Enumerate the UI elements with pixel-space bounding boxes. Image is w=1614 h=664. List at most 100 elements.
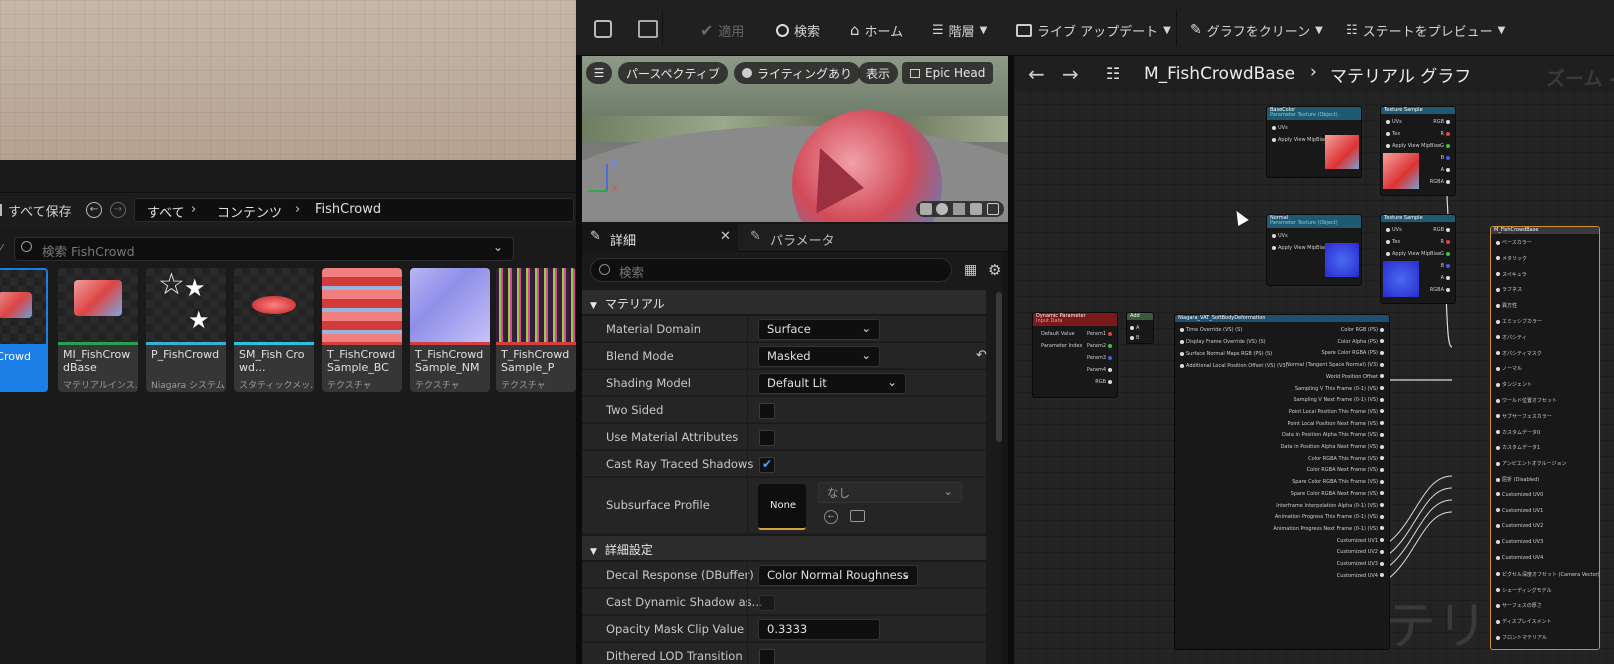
chevron-down-icon[interactable]: ⌄ [493,240,503,254]
decal-response-select[interactable]: Color Normal Roughness ⌄ [758,565,918,586]
use-selected-icon[interactable]: ← [824,510,838,524]
subsurface-profile-thumbnail[interactable]: None [758,484,806,530]
pin-a[interactable]: A [1441,275,1452,281]
node-pin[interactable]: Customized UV3 [1494,539,1543,545]
pin-r[interactable]: R [1441,239,1452,245]
pin-g[interactable]: G [1440,143,1452,149]
pin-uvs[interactable]: UVs [1270,125,1288,131]
details-search-input[interactable]: 検索 [590,258,952,282]
node-pin[interactable]: オパシティ [1494,334,1527,341]
browse-icon[interactable] [850,510,865,522]
node-pin[interactable]: サブサーフェスカラー [1494,413,1552,420]
lighting-button[interactable]: ライティングあり [734,62,861,84]
pin-uvs[interactable]: UVs [1270,233,1288,239]
history-back-icon[interactable]: ← [86,202,102,218]
pin-param2[interactable]: Param2 [1087,343,1114,349]
subsurface-profile-select[interactable]: なし ⌄ [818,482,962,503]
asset-tile[interactable]: MI_FishCrowdBase マテリアルインス... [58,268,138,392]
node-pin[interactable]: Data in Position Alpha This Frame (VS) [1282,432,1386,438]
pin-tex[interactable]: Tex [1384,239,1400,245]
perspective-button[interactable]: パースペクティブ [618,62,728,84]
breadcrumb-item-content[interactable]: コンテンツ [217,202,282,221]
node-add[interactable]: Add A B [1126,312,1154,344]
node-pin[interactable]: サーフェスの厚さ [1494,602,1542,609]
node-pin[interactable]: ラフネス [1494,286,1522,293]
node-pin[interactable]: Surface Normal Maps RGB (PS) (S) [1178,351,1272,357]
cast-ray-traced-shadows-checkbox[interactable]: ✔ [759,457,775,473]
node-texture-sample[interactable]: Texture Sample UVs Tex Apply View MipBia… [1380,106,1456,196]
node-pin[interactable]: Customized UV2 [1494,523,1543,529]
opacity-mask-clip-input[interactable]: 0.3333 [758,619,880,640]
filter-chevron-icon[interactable]: ⁄ [0,242,2,256]
node-pin[interactable]: Data in Position Alpha Next Frame (VS) [1281,444,1386,450]
close-icon[interactable]: ✕ [720,229,731,244]
node-pin[interactable]: カスタムデータ0 [1494,429,1540,436]
node-pin[interactable]: Normal (Tangent Space Normal) (V3) [1286,362,1386,368]
breadcrumb-item-fishcrowd[interactable]: FishCrowd [315,202,381,217]
asset-tile[interactable]: T_FishCrowd Sample_BC テクスチャ [322,268,402,392]
node-basecolor[interactable]: BaseColor Parameter Texture (Object) UVs … [1266,106,1362,178]
node-pin[interactable]: Color RGBA This Frame (VS) [1308,456,1386,462]
pin-b[interactable]: B [1128,335,1139,341]
preview-state-button[interactable]: ☷ ステートをプレビュー ▼ [1346,18,1505,42]
pin-a[interactable]: A [1441,167,1452,173]
node-pin[interactable]: ワールド位置オフセット [1494,397,1557,404]
node-pin[interactable]: エミッシブカラー [1494,318,1542,325]
two-sided-checkbox[interactable] [759,403,775,419]
pin-param4[interactable]: Param4 [1087,367,1114,373]
pin-param1[interactable]: Param1 [1087,331,1114,337]
pin-a[interactable]: A [1128,325,1139,331]
node-pin[interactable]: フロントマテリアル [1494,634,1547,641]
pin-rgb[interactable]: RGB [1095,379,1114,385]
node-pin[interactable]: Time Override (VS) (S) [1178,327,1242,333]
pin-apply-mip[interactable]: Apply View MipBias [1384,143,1441,149]
node-pin[interactable]: オパシティマスク [1494,350,1542,357]
pin-param3[interactable]: Param3 [1087,355,1114,361]
pin-uvs[interactable]: UVs [1384,227,1402,233]
pin-apply-mip[interactable]: Apply View MipBias [1384,251,1441,257]
cast-dynamic-shadow-checkbox[interactable] [759,595,775,611]
node-material-result[interactable]: M_FishCrowdBase ベースカラー メタリック スペキュラ ラフネス 異方性エ… [1490,226,1600,650]
viewport-menu-button[interactable]: ☰ [586,62,612,84]
search-input[interactable]: 検索 FishCrowd ⌄ [14,237,514,261]
pin-rgba[interactable]: RGBA [1430,179,1452,185]
node-pin[interactable]: Additional Local Position Offset (VS) (V… [1178,363,1288,369]
node-pin[interactable]: Spare Color RGBA (PS) [1321,350,1386,356]
node-pin[interactable]: Customized UV4 [1337,573,1386,579]
pin-rgb[interactable]: RGB [1433,119,1452,125]
node-pin[interactable]: Color Alpha (PS) [1337,339,1386,345]
node-pin[interactable]: ピクセル深度オフセット (Camera Vector) [1494,571,1599,578]
node-vat-function[interactable]: Niagara_VAT_SoftBodyDeformation Time Ove… [1174,314,1390,650]
node-pin[interactable]: タンジェント [1494,381,1532,388]
asset-tile[interactable]: ☆ ★ ★ P_FishCrowd Niagara システム [146,268,226,392]
table-view-icon[interactable]: ▦ [964,262,977,278]
node-pin[interactable]: Customized UV3 [1337,561,1386,567]
pin-apply-mip[interactable]: Apply View MipBias [1270,137,1327,143]
teapot-icon[interactable] [987,203,999,215]
node-pin[interactable]: ノーマル [1494,365,1522,372]
pin-tex[interactable]: Tex [1384,131,1400,137]
node-pin[interactable]: Customized UV0 [1494,492,1543,498]
preview-mesh-button[interactable]: Epic Head [902,62,994,84]
asset-tile[interactable]: T_FishCrowd Sample_P テクスチャ [496,268,576,392]
search-button[interactable]: 検索 [776,18,820,42]
node-pin[interactable]: Spare Color RGBA Next Frame (VS) [1291,491,1386,497]
pin-b[interactable]: B [1441,155,1452,161]
blend-mode-select[interactable]: Masked ⌄ [758,346,880,367]
node-pin[interactable]: アンビエントオクルージョン [1494,460,1566,467]
dithered-lod-checkbox[interactable] [759,649,775,664]
details-scrollbar[interactable] [996,292,1002,442]
asset-tile[interactable]: FishCrowd アル [0,268,48,392]
material-preview-viewport[interactable]: ☰ パースペクティブ ライティングあり 表示 Epic Head Z X [582,56,1008,222]
shading-model-select[interactable]: Default Lit ⌄ [758,373,906,394]
pin-rgba[interactable]: RGBA [1430,287,1452,293]
node-pin[interactable]: 異方性 [1494,302,1517,309]
save-icon[interactable] [594,20,612,38]
breadcrumb-item-all[interactable]: すべて [147,202,185,221]
material-graph[interactable]: ← → ☷ M_FishCrowdBase › マテリアル グラフ ズーム - … [1014,56,1614,664]
pin-uvs[interactable]: UVs [1384,119,1402,125]
node-pin[interactable]: Point Local Position Next Frame (VS) [1287,421,1386,427]
section-advanced[interactable]: ▼ 詳細設定 [582,536,986,560]
node-pin[interactable]: Spare Color RGBA This Frame (VS) [1292,479,1386,485]
asset-tile[interactable]: SM_Fish Crowd... スタティックメッ... [234,268,314,392]
